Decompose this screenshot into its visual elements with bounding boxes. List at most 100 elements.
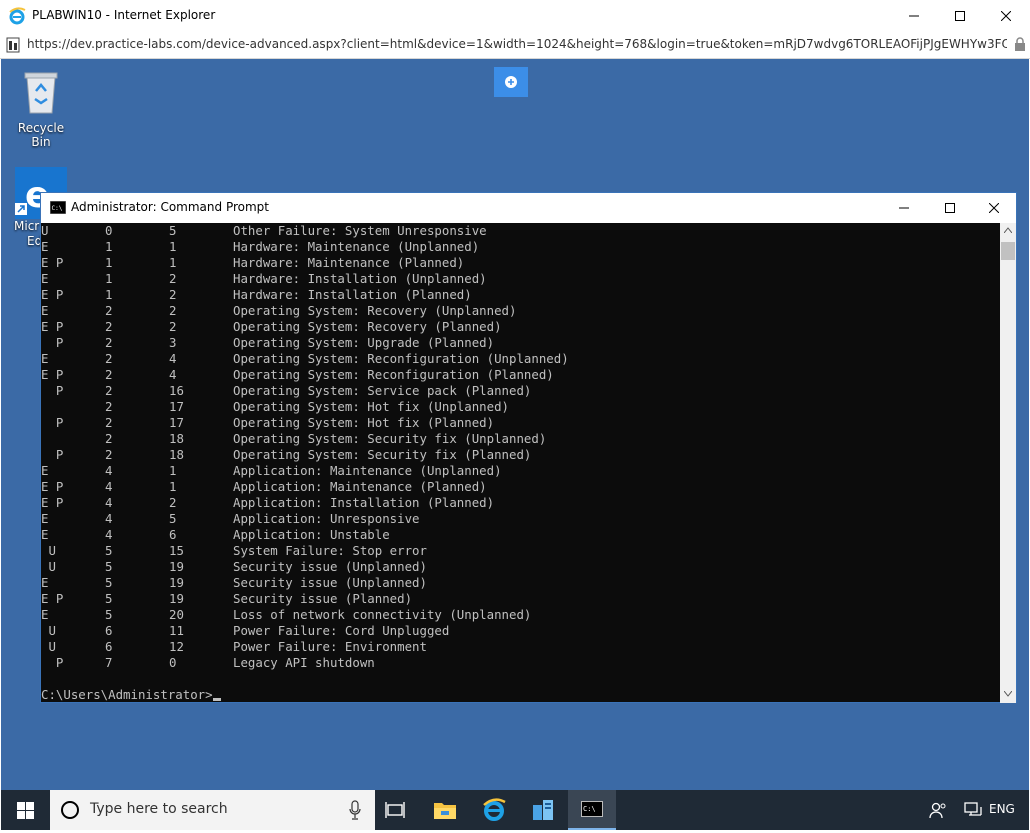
row-minor-code: 4 <box>169 367 177 382</box>
row-flags: E <box>41 527 49 542</box>
row-description: Security issue (Unplanned) <box>233 575 427 590</box>
row-flags: E <box>41 351 49 366</box>
row-major-code: 4 <box>105 479 113 494</box>
console-line: E 4 6 Application: Unstable <box>41 527 1001 543</box>
microphone-icon[interactable] <box>349 800 361 820</box>
row-flags: P <box>41 415 64 430</box>
taskbar: Type here to search C:\ ENG <box>1 790 1029 830</box>
cmd-titlebar[interactable]: C:\ Administrator: Command Prompt <box>41 193 1016 223</box>
row-description: Operating System: Reconfiguration (Unpla… <box>233 351 569 366</box>
maximize-button[interactable] <box>937 0 983 31</box>
row-description: Security issue (Unplanned) <box>233 559 427 574</box>
command-prompt-window: C:\ Administrator: Command Prompt U 0 5 Oth… <box>40 192 1017 703</box>
row-major-code: 1 <box>105 287 113 302</box>
close-button[interactable] <box>983 0 1029 31</box>
row-major-code: 5 <box>105 559 113 574</box>
people-icon[interactable] <box>929 801 947 819</box>
console-line: E P 1 2 Hardware: Installation (Planned) <box>41 287 1001 303</box>
console-line: P 2 18 Operating System: Security fix (Plan… <box>41 447 1001 463</box>
prompt-text: C:\Users\Administrator> <box>41 687 213 702</box>
row-major-code: 6 <box>105 639 113 654</box>
row-major-code: 2 <box>105 431 113 446</box>
console-line: E 2 4 Operating System: Reconfiguration (Un… <box>41 351 1001 367</box>
row-major-code: 2 <box>105 335 113 350</box>
row-minor-code: 5 <box>169 511 177 526</box>
cmd-taskbar-button[interactable]: C:\ <box>568 790 616 830</box>
ie-taskbar-button[interactable] <box>470 790 518 830</box>
console-line: U 0 5 Other Failure: System Unresponsive <box>41 223 1001 239</box>
console-line: 2 17 Operating System: Hot fix (Unplanned) <box>41 399 1001 415</box>
row-minor-code: 3 <box>169 335 177 350</box>
row-major-code: 4 <box>105 511 113 526</box>
url-text[interactable]: https://dev.practice-labs.com/device-adv… <box>27 37 1007 51</box>
console-scrollbar[interactable] <box>1000 223 1016 703</box>
row-major-code: 6 <box>105 623 113 638</box>
row-minor-code: 11 <box>169 623 184 638</box>
cmd-maximize-button[interactable] <box>927 193 973 223</box>
minimize-button[interactable] <box>891 0 937 31</box>
recycle-bin-shortcut[interactable]: Recycle Bin <box>9 69 73 149</box>
row-minor-code: 0 <box>169 655 177 670</box>
rdp-menu-button[interactable] <box>494 67 528 97</box>
recycle-bin-label: Recycle Bin <box>17 121 65 149</box>
maximize-icon <box>945 203 955 213</box>
console-line: U 6 12 Power Failure: Environment <box>41 639 1001 655</box>
row-major-code: 4 <box>105 495 113 510</box>
scrollbar-thumb[interactable] <box>1001 242 1015 260</box>
row-description: Other Failure: System Unresponsive <box>233 223 487 238</box>
console-line: E 2 2 Operating System: Recovery (Unplanned… <box>41 303 1001 319</box>
scroll-up-icon[interactable] <box>1004 227 1012 233</box>
row-description: Application: Unresponsive <box>233 511 420 526</box>
minimize-icon <box>909 15 919 16</box>
row-major-code: 5 <box>105 575 113 590</box>
console-line: E P 1 1 Hardware: Maintenance (Planned) <box>41 255 1001 271</box>
lock-icon <box>1015 37 1025 51</box>
row-minor-code: 12 <box>169 639 184 654</box>
row-flags: P <box>41 447 64 462</box>
row-major-code: 0 <box>105 223 113 238</box>
row-flags: E <box>41 271 49 286</box>
file-explorer-button[interactable] <box>421 790 469 830</box>
taskbar-search-box[interactable]: Type here to search <box>50 790 375 830</box>
row-description: Application: Maintenance (Unplanned) <box>233 463 502 478</box>
console-output[interactable]: U 0 5 Other Failure: System Unresponsive E 1 1… <box>41 223 1001 703</box>
console-line: P 2 17 Operating System: Hot fix (Planned) <box>41 415 1001 431</box>
plus-circle-icon <box>505 76 517 88</box>
row-description: Application: Maintenance (Planned) <box>233 479 487 494</box>
language-indicator[interactable]: ENG <box>989 802 1015 816</box>
row-minor-code: 19 <box>169 591 184 606</box>
row-flags: U <box>41 623 56 638</box>
row-minor-code: 15 <box>169 543 184 558</box>
edge-shortcut-label: Micr Ed <box>14 219 42 249</box>
row-description: Operating System: Security fix (Planned) <box>233 447 532 462</box>
cmd-close-button[interactable] <box>971 193 1017 223</box>
row-description: Power Failure: Cord Unplugged <box>233 623 450 638</box>
address-bar[interactable]: https://dev.practice-labs.com/device-adv… <box>0 32 1030 59</box>
row-major-code: 5 <box>105 591 113 606</box>
row-minor-code: 18 <box>169 431 184 446</box>
console-line: U 5 15 System Failure: Stop error <box>41 543 1001 559</box>
console-line: 2 18 Operating System: Security fix (Unpla… <box>41 431 1001 447</box>
start-button[interactable] <box>1 790 49 830</box>
edge-label-line1: Micr <box>14 219 40 233</box>
search-placeholder: Type here to search <box>90 801 228 817</box>
row-flags: E <box>41 607 49 622</box>
row-description: Operating System: Security fix (Unplanne… <box>233 431 547 446</box>
console-line: U 6 11 Power Failure: Cord Unplugged <box>41 623 1001 639</box>
row-minor-code: 1 <box>169 239 177 254</box>
cmd-minimize-button[interactable] <box>881 193 927 223</box>
task-view-button[interactable] <box>371 790 419 830</box>
cmd-icon: C:\ <box>581 801 603 817</box>
cmd-title: Administrator: Command Prompt <box>71 200 269 214</box>
row-minor-code: 1 <box>169 463 177 478</box>
server-manager-button[interactable] <box>519 790 567 830</box>
recycle-bin-icon <box>24 72 58 114</box>
scroll-down-icon[interactable] <box>1004 691 1012 697</box>
network-icon[interactable] <box>964 802 984 818</box>
row-description: System Failure: Stop error <box>233 543 427 558</box>
file-explorer-icon <box>434 803 456 819</box>
row-flags: P <box>41 335 64 350</box>
command-prompt-line[interactable]: C:\Users\Administrator> <box>41 687 1001 703</box>
browser-titlebar: PLABWIN10 - Internet Explorer <box>0 0 1030 33</box>
row-flags: E P <box>41 495 64 510</box>
